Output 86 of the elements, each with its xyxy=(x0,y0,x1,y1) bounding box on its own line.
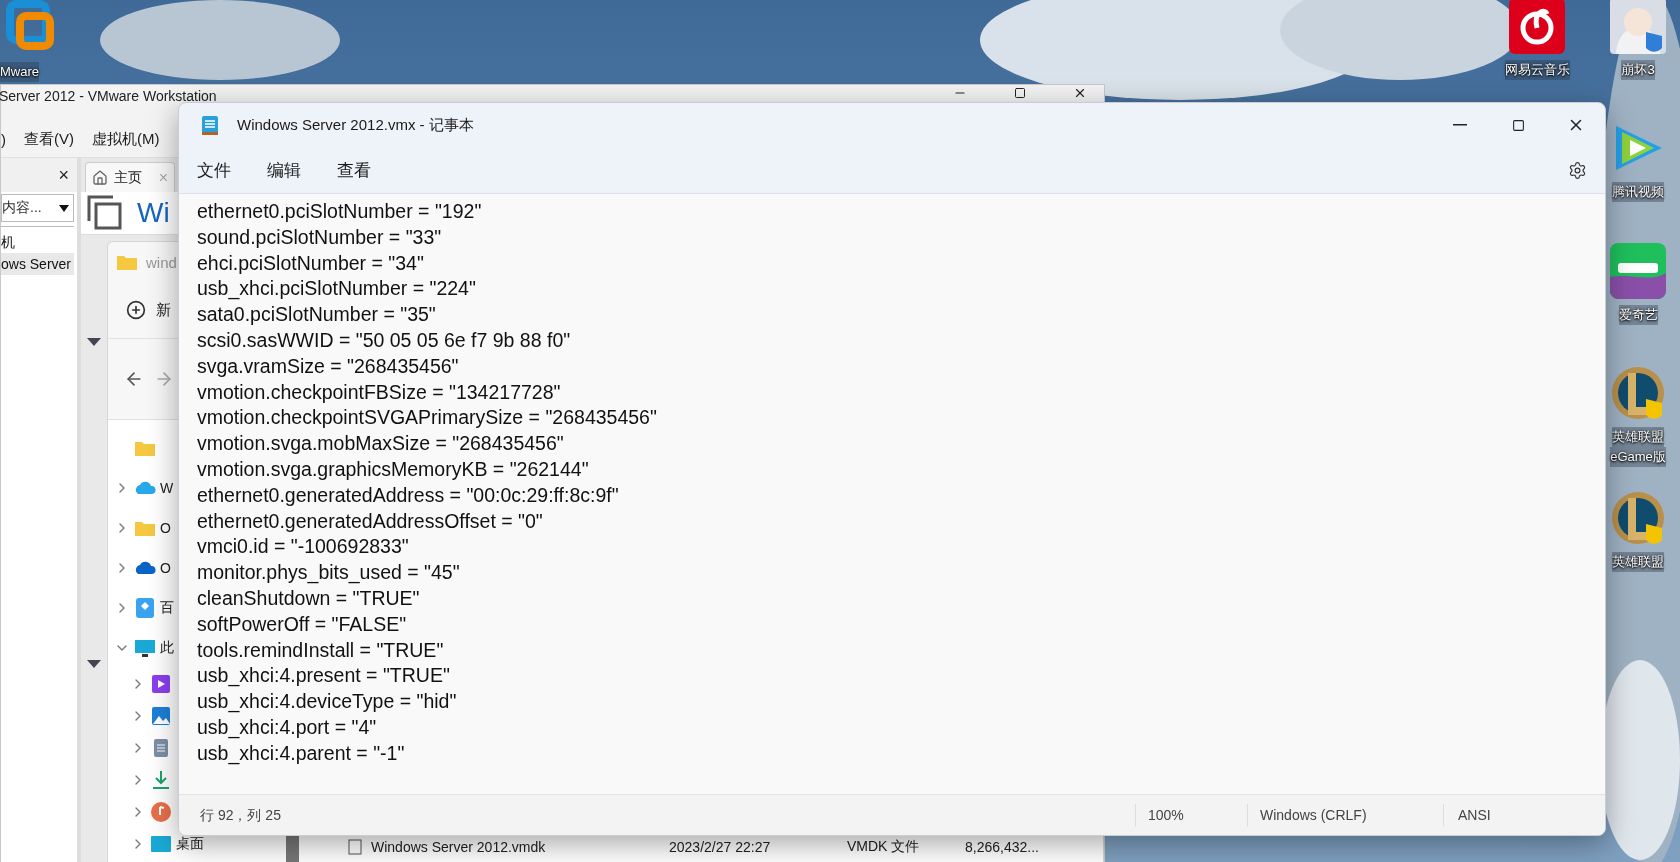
text-line: tools.remindInstall = "TRUE" xyxy=(197,637,445,663)
text-line: usb_xhci:4.deviceType = "hid" xyxy=(197,689,458,715)
text-line: usb_xhci:4.present = "TRUE" xyxy=(197,663,451,689)
tree-item[interactable]: ows Server xyxy=(1,253,74,275)
menu-item[interactable]: 查看(V) xyxy=(24,129,74,149)
collapse-icon[interactable] xyxy=(87,660,101,668)
settings-icon xyxy=(1568,160,1587,180)
settings-button[interactable] xyxy=(1568,160,1587,180)
vm-title: Wi xyxy=(137,197,170,229)
video-icon xyxy=(150,673,172,695)
text-line: ethernet0.pciSlotNumber = "192" xyxy=(197,199,483,224)
close-button[interactable]: × xyxy=(58,164,69,186)
file-size: 8,266,432... xyxy=(965,839,1040,855)
game-app-icon xyxy=(1610,490,1666,546)
desktop-shortcut[interactable]: 崩坏3 xyxy=(1606,0,1670,80)
menu-item[interactable]: 虚拟机(M) xyxy=(92,129,160,149)
collapse-icon[interactable] xyxy=(87,338,101,346)
cursor-position: 行 92，列 25 xyxy=(199,806,282,825)
text-line: monitor.phys_bits_used = "45" xyxy=(197,560,461,586)
nav-item[interactable]: W xyxy=(160,480,174,496)
video-app-icon xyxy=(1610,243,1666,299)
zoom-level[interactable]: 100% xyxy=(1135,804,1247,826)
text-line: ethernet0.generatedAddressOffset = "0" xyxy=(197,508,544,534)
add-icon xyxy=(126,300,146,320)
window-title: Server 2012 - VMware Workstation xyxy=(0,88,217,104)
menu-item[interactable]: 查看 xyxy=(337,158,371,182)
close-icon xyxy=(1073,86,1087,100)
game-app-icon xyxy=(1610,365,1666,421)
nav-item[interactable]: 桌面 xyxy=(176,835,204,853)
vm-icon xyxy=(87,195,123,231)
file-date: 2023/2/27 22:27 xyxy=(669,839,772,855)
file-icon xyxy=(347,839,363,855)
nav-item[interactable]: O xyxy=(160,560,171,576)
desktop-icon xyxy=(150,833,172,855)
desktop-shortcut[interactable]: Mware xyxy=(0,0,70,82)
download-icon xyxy=(150,769,172,791)
text-line: softPowerOff = "FALSE" xyxy=(197,611,408,637)
encoding[interactable]: ANSI xyxy=(1443,804,1563,826)
line-ending[interactable]: Windows (CRLF) xyxy=(1247,804,1443,826)
text-line: usb_xhci:4.parent = "-1" xyxy=(197,740,406,767)
computer-icon xyxy=(134,637,156,659)
menu-item[interactable]: 文件 xyxy=(197,158,231,182)
file-type: VMDK 文件 xyxy=(847,838,921,856)
music-icon xyxy=(150,801,172,823)
splitter[interactable] xyxy=(286,834,299,862)
notepad-icon xyxy=(201,114,219,136)
desktop-shortcut[interactable]: 网易云音乐 xyxy=(1497,0,1577,80)
text-area[interactable] xyxy=(179,194,1605,794)
minimize-icon xyxy=(1453,124,1467,126)
text-line: svga.vramSize = "268435456" xyxy=(197,353,460,379)
new-button[interactable]: 新 xyxy=(156,300,171,320)
maximize-icon xyxy=(1511,118,1525,132)
file-name: Windows Server 2012.vmdk xyxy=(371,839,547,855)
text-line: ehci.pciSlotNumber = "34" xyxy=(197,250,425,276)
home-icon xyxy=(92,169,108,186)
text-line: vmotion.checkpointSVGAPrimarySize = "268435456" xyxy=(197,405,658,431)
text-line: sata0.pciSlotNumber = "35" xyxy=(197,302,437,328)
cloud-drive-icon xyxy=(134,597,156,619)
text-line: vmci0.id = "-100692833" xyxy=(197,534,410,560)
text-line: usb_xhci:4.port = "4" xyxy=(197,714,378,741)
text-line: sound.pciSlotNumber = "33" xyxy=(197,224,443,250)
dropdown-icon xyxy=(59,204,69,212)
text-line: vmotion.svga.graphicsMemoryKB = "262144" xyxy=(197,456,590,482)
text-line: scsi0.sasWWID = "50 05 05 6e f7 9b 88 f0" xyxy=(197,328,572,353)
window-title: Windows Server 2012.vmx - 记事本 xyxy=(237,115,474,135)
nav-item[interactable]: 此 xyxy=(160,639,174,657)
text-line: ethernet0.generatedAddress = "00:0c:29:ff:8c:9f" xyxy=(197,482,620,508)
text-line: vmotion.svga.mobMaxSize = "268435456" xyxy=(197,431,565,457)
text-line: cleanShutdown = "TRUE" xyxy=(197,585,421,611)
text-line: usb_xhci.pciSlotNumber = "224" xyxy=(197,276,477,302)
image-icon xyxy=(150,705,172,727)
game-app-icon xyxy=(1610,0,1666,54)
desktop-shortcut[interactable]: 腾讯视频 xyxy=(1606,120,1670,202)
menu-item[interactable]: 编辑 xyxy=(267,158,301,182)
maximize-icon xyxy=(1014,87,1026,99)
nav-item[interactable]: O xyxy=(160,520,171,536)
desktop-shortcut[interactable]: 英雄联盟 xyxy=(1606,490,1670,572)
text-line: vmotion.checkpointFBSize = "134217728" xyxy=(197,379,562,405)
home-tab[interactable]: 主页 × xyxy=(85,162,175,192)
tree-item[interactable]: 机 xyxy=(1,231,74,253)
desktop-shortcut[interactable]: 爱奇艺 xyxy=(1606,243,1670,325)
search-field[interactable]: 内容... xyxy=(1,194,74,222)
nav-item[interactable]: 百 xyxy=(160,599,174,617)
music-app-icon xyxy=(1509,0,1565,54)
desktop-shortcut[interactable]: 英雄联盟 eGame版 xyxy=(1606,365,1670,467)
menu-item[interactable]: ) xyxy=(1,130,6,148)
